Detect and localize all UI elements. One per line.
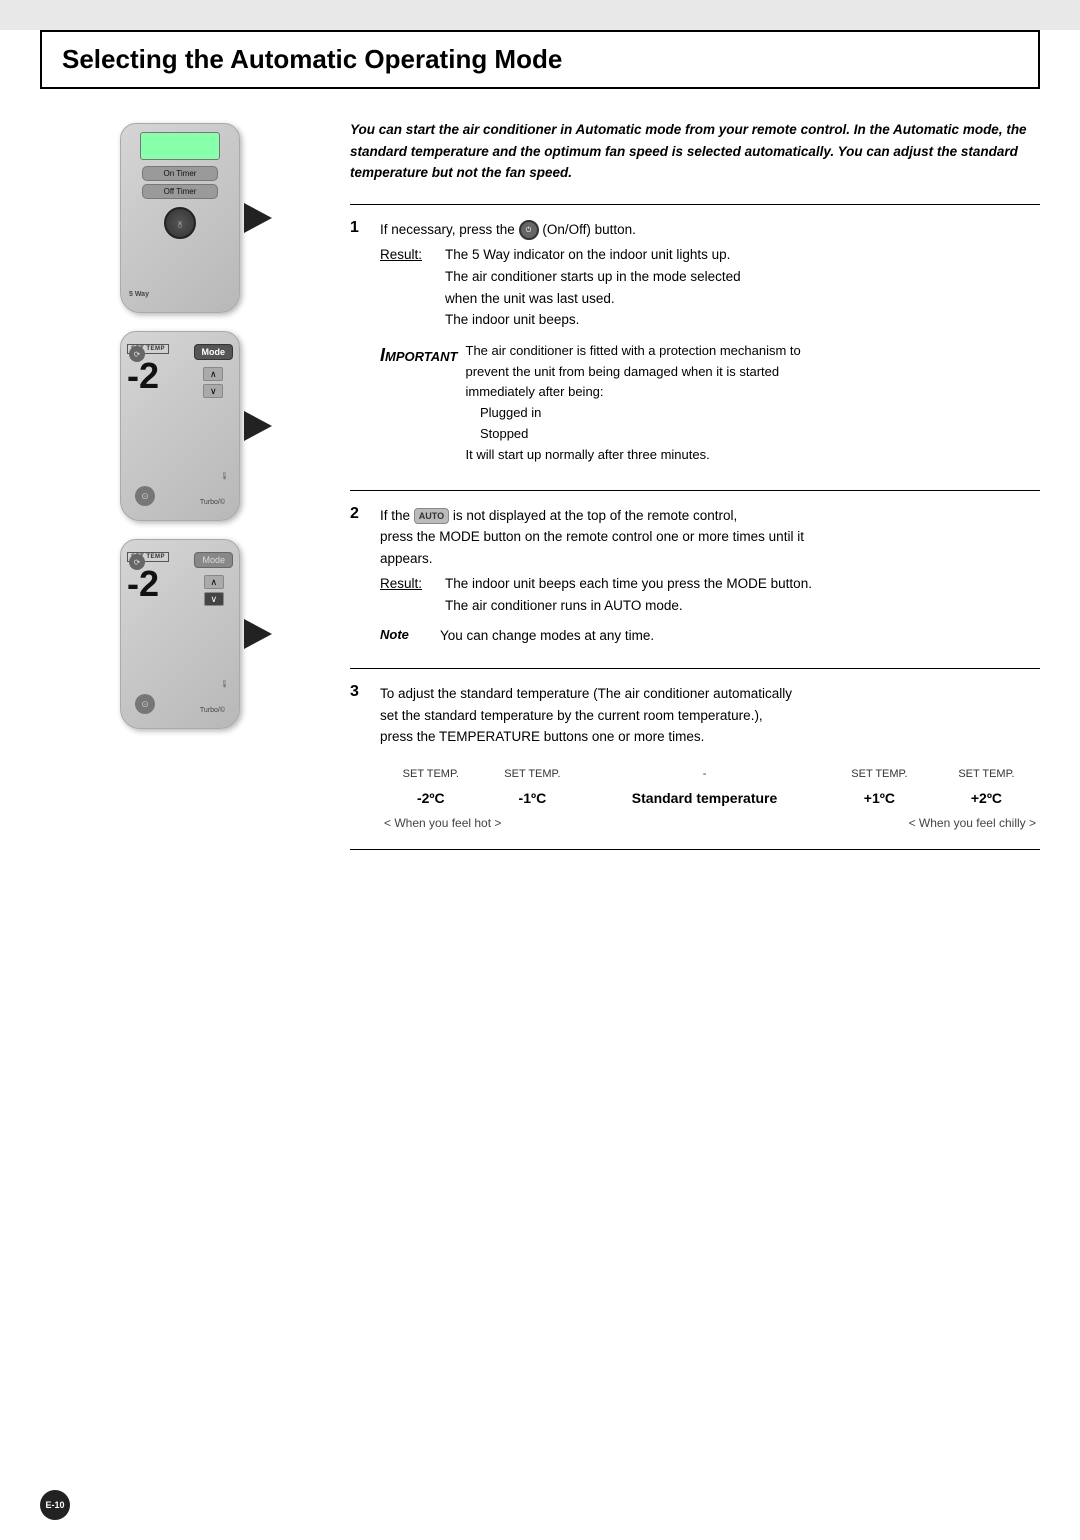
temp-val-minus2: -2ºC — [380, 785, 482, 811]
remote3-right: Mode ∧ ∨ — [194, 552, 233, 606]
step2-result: Result: The indoor unit beeps each time … — [380, 573, 1040, 616]
remote2-bottom-icon: ⊙ — [135, 486, 155, 506]
divider4 — [350, 849, 1040, 850]
note-text: You can change modes at any time. — [440, 625, 654, 647]
remote3-wrapper: ⟳ SET TEMP -2 Mode ∧ ∨ — [120, 539, 240, 729]
remote3-temp: -2 — [127, 566, 159, 602]
page-header: Selecting the Automatic Operating Mode — [40, 30, 1040, 89]
remote2-arrow — [244, 411, 272, 441]
temp-label-4: SET TEMP. — [933, 764, 1040, 786]
important-box: IMPORTANT The air conditioner is fitted … — [380, 341, 1040, 466]
remote3-thermo-icon: 🌡 — [220, 680, 229, 688]
remote3-down[interactable]: ∨ — [204, 592, 224, 606]
temp-label-3: SET TEMP. — [826, 764, 933, 786]
step1-text: If necessary, press the — [380, 222, 519, 237]
step2-number: 2 — [350, 505, 370, 655]
remote3: ⟳ SET TEMP -2 Mode ∧ ∨ — [120, 539, 240, 729]
left-column: On Timer Off Timer ✕ ⏻ 5 Way ⟳ — [40, 119, 320, 864]
step1-number: 1 — [350, 219, 370, 476]
intro-text: You can start the air conditioner in Aut… — [350, 119, 1040, 184]
step2-content: If the AUTO is not displayed at the top … — [380, 505, 1040, 655]
divider3 — [350, 668, 1040, 669]
remote3-mode-btn[interactable]: Mode — [194, 552, 233, 568]
temp-val-plus1: +1ºC — [826, 785, 933, 811]
temp-table: SET TEMP. SET TEMP. - SET TEMP. SET TEMP… — [380, 764, 1040, 835]
step3-number: 3 — [350, 683, 370, 835]
page-number-text: E-10 — [45, 1500, 64, 1510]
remote1-on-timer: On Timer — [142, 166, 218, 181]
feel-center — [583, 812, 826, 835]
remote3-updown: ∧ ∨ — [204, 575, 224, 606]
step1: 1 If necessary, press the ⏻ (On/Off) but… — [350, 219, 1040, 476]
temp-val-plus2: +2ºC — [933, 785, 1040, 811]
temp-label-2: SET TEMP. — [482, 764, 584, 786]
main-layout: On Timer Off Timer ✕ ⏻ 5 Way ⟳ — [0, 119, 1080, 864]
remote1-wrapper: On Timer Off Timer ✕ ⏻ 5 Way — [120, 123, 240, 313]
step3-text: To adjust the standard temperature (The … — [380, 686, 792, 744]
remote3-left-icon: ⟳ — [129, 554, 145, 570]
remote2-down[interactable]: ∨ — [203, 384, 223, 398]
feel-hot: < When you feel hot > — [380, 812, 583, 835]
step3-content: To adjust the standard temperature (The … — [380, 683, 1040, 835]
onoff-icon: ⏻ — [519, 220, 539, 240]
auto-mode-icon: AUTO — [414, 508, 449, 524]
temp-label-1: SET TEMP. — [380, 764, 482, 786]
page-title: Selecting the Automatic Operating Mode — [62, 44, 562, 74]
temp-feel-row: < When you feel hot > < When you feel ch… — [380, 812, 1040, 835]
remote3-turbo: Turbo/© — [200, 707, 225, 714]
remote1-buttons: On Timer Off Timer ✕ ⏻ — [127, 166, 233, 239]
remote2-turbo: Turbo/© — [200, 499, 225, 506]
step3: 3 To adjust the standard temperature (Th… — [350, 683, 1040, 835]
remote1-arrow — [244, 203, 272, 233]
remote1-off-timer: Off Timer — [142, 184, 218, 199]
note-label: Note — [380, 625, 430, 647]
remote2-wrapper: ⟳ SET TEMP -2 Mode ∧ ∨ — [120, 331, 240, 521]
divider1 — [350, 204, 1040, 205]
temp-label-dash: - — [583, 764, 826, 786]
remote3-arrow — [244, 619, 272, 649]
temp-label-row: SET TEMP. SET TEMP. - SET TEMP. SET TEMP… — [380, 764, 1040, 786]
step1-content: If necessary, press the ⏻ (On/Off) butto… — [380, 219, 1040, 476]
note-row: Note You can change modes at any time. — [380, 625, 1040, 647]
remote1-fiveway-label: 5 Way — [129, 291, 149, 298]
step1-button-label: (On/Off) button. — [542, 222, 636, 237]
divider2 — [350, 490, 1040, 491]
step2: 2 If the AUTO is not displayed at the to… — [350, 505, 1040, 655]
important-text: The air conditioner is fitted with a pro… — [466, 341, 801, 466]
remote1: On Timer Off Timer ✕ ⏻ 5 Way — [120, 123, 240, 313]
remote2-thermo-icon: 🌡 — [220, 472, 229, 480]
remote3-up[interactable]: ∧ — [204, 575, 224, 589]
remote2-right: Mode ∧ ∨ — [194, 344, 234, 398]
page-number: E-10 — [40, 1490, 70, 1520]
temp-value-row: -2ºC -1ºC Standard temperature +1ºC +2ºC — [380, 785, 1040, 811]
remote2-up[interactable]: ∧ — [203, 367, 223, 381]
page: Selecting the Automatic Operating Mode O… — [0, 30, 1080, 1540]
feel-chilly: < When you feel chilly > — [826, 812, 1040, 835]
right-column: You can start the air conditioner in Aut… — [350, 119, 1040, 864]
remote2-updown: ∧ ∨ — [203, 367, 223, 398]
step2-result-text: The indoor unit beeps each time you pres… — [445, 573, 812, 616]
temp-val-standard: Standard temperature — [583, 785, 826, 811]
step2-result-label: Result: — [380, 573, 435, 616]
step1-result-label: Result: — [380, 244, 435, 330]
important-label: IMPORTANT — [380, 341, 458, 466]
remote2: ⟳ SET TEMP -2 Mode ∧ ∨ — [120, 331, 240, 521]
remote1-cancel: ✕ ⏻ — [164, 207, 196, 239]
remote1-screen — [140, 132, 220, 160]
remote2-left-icon: ⟳ — [129, 346, 145, 362]
remote3-bottom-icon: ⊙ — [135, 694, 155, 714]
temp-val-minus1: -1ºC — [482, 785, 584, 811]
remote2-mode-btn[interactable]: Mode — [194, 344, 234, 360]
step1-result: Result: The 5 Way indicator on the indoo… — [380, 244, 1040, 330]
step1-result-text: The 5 Way indicator on the indoor unit l… — [445, 244, 741, 330]
step2-text: If the — [380, 508, 414, 523]
remote2-temp: -2 — [127, 358, 159, 394]
